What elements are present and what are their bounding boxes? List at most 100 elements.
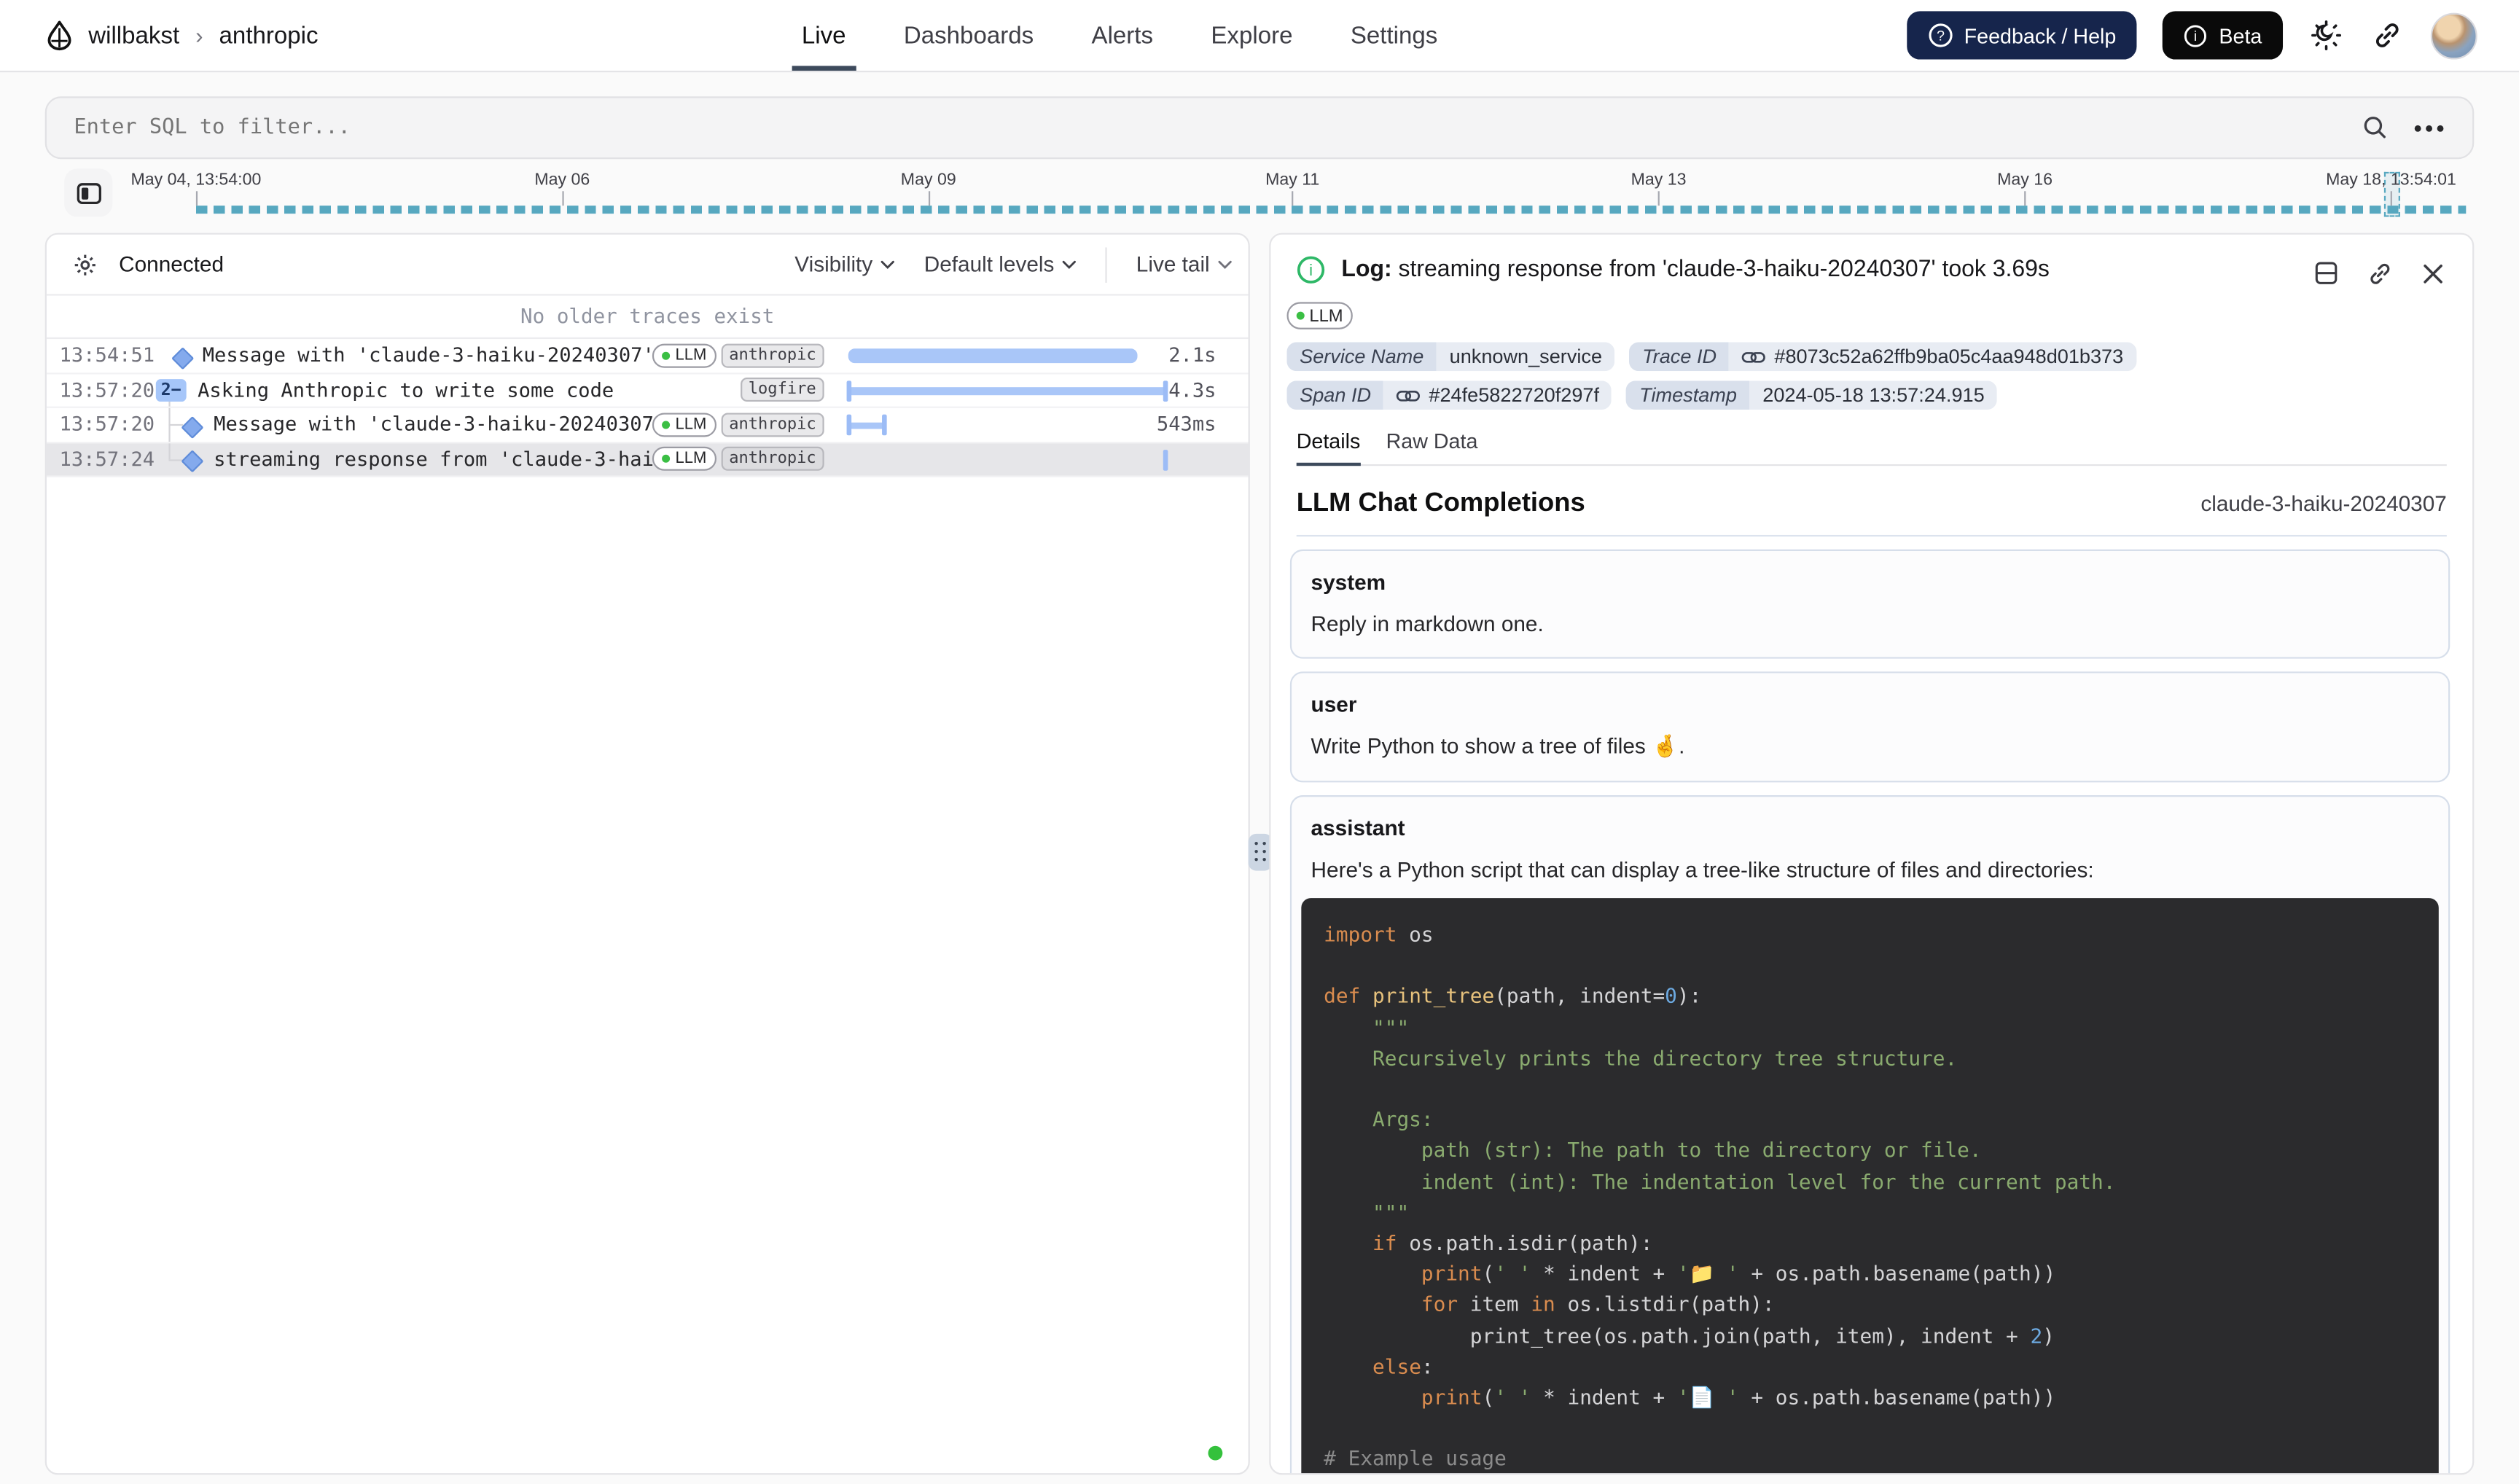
trace-time: 13:57:20 <box>60 378 155 401</box>
meta-value[interactable]: #8073c52a62ffb9ba05c4aa948d01b373 <box>1730 342 2136 371</box>
meta-label: Service Name <box>1286 342 1436 371</box>
timeline-dashed-line <box>196 206 2466 214</box>
chevron-down-icon <box>1218 259 1233 269</box>
detail-panel: i Log: streaming response from 'claude-3… <box>1269 233 2474 1475</box>
meta-badge-timestamp: Timestamp2024-05-18 13:57:24.915 <box>1627 380 1998 410</box>
gear-icon[interactable] <box>72 251 98 277</box>
llm-tag: LLM <box>1286 302 1352 329</box>
link-icon <box>1742 348 1766 365</box>
message-card-user: userWrite Python to show a tree of files… <box>1290 671 2450 782</box>
tab-explore[interactable]: Explore <box>1211 0 1292 71</box>
code-block: import os def print_tree(path, indent=0)… <box>1301 898 2439 1475</box>
detail-header: i Log: streaming response from 'claude-3… <box>1270 235 2472 329</box>
link-icon <box>1397 386 1421 404</box>
message-role: system <box>1311 570 2439 594</box>
copy-link-icon[interactable] <box>2362 255 2397 290</box>
more-options-icon[interactable] <box>2415 125 2444 131</box>
timeline-tick <box>2025 191 2026 206</box>
sql-filter-bar <box>45 96 2475 159</box>
svg-text:i: i <box>2194 28 2197 44</box>
trace-label[interactable]: Message with 'claude-3-haiku-20240307' <box>203 344 655 367</box>
meta-label: Trace ID <box>1630 342 1730 371</box>
tab-settings[interactable]: Settings <box>1351 0 1437 71</box>
message-role: user <box>1311 692 2439 716</box>
duration-bar-cap <box>1163 449 1168 470</box>
tab-details[interactable]: Details <box>1297 429 1361 464</box>
timeline-tick <box>2391 191 2392 206</box>
duration-bar <box>848 387 1165 394</box>
duration-bar-cap <box>847 380 852 401</box>
meta-badges: Service Nameunknown_service Trace ID#8073… <box>1270 329 2405 410</box>
panel-layout-icon[interactable] <box>2308 255 2343 290</box>
trace-tags: logfire <box>741 378 824 402</box>
visibility-dropdown[interactable]: Visibility <box>794 252 895 276</box>
tree-connector <box>168 401 170 407</box>
section-title: LLM Chat Completions <box>1297 488 1585 519</box>
sidebar-toggle-button[interactable] <box>64 168 112 216</box>
breadcrumb-project[interactable]: anthropic <box>219 22 319 49</box>
tab-live[interactable]: Live <box>802 0 846 71</box>
grip-dots-icon <box>1254 842 1267 863</box>
meta-badge-service-name: Service Nameunknown_service <box>1286 342 1614 371</box>
beta-button[interactable]: i Beta <box>2163 11 2283 59</box>
meta-value[interactable]: #24fe5822720f297f <box>1384 380 1612 410</box>
breadcrumb: willbakst › anthropic <box>44 0 319 71</box>
meta-label: Timestamp <box>1627 380 1750 410</box>
timeline-date-label: May 09 <box>901 171 956 190</box>
live-tail-dropdown[interactable]: Live tail <box>1136 252 1233 276</box>
trace-label[interactable]: streaming response from 'claude-3-haiku-… <box>214 448 692 470</box>
collapse-badge[interactable]: 2− <box>156 378 187 401</box>
duration-bar-track <box>848 408 1165 441</box>
trace-label[interactable]: Message with 'claude-3-haiku-20240307' <box>214 413 665 435</box>
detail-tabs: Details Raw Data <box>1297 429 2447 466</box>
llm-tag: LLM <box>653 412 716 436</box>
duration-bar-cap <box>881 415 886 436</box>
trace-row[interactable]: 13:57:202− Asking Anthropic to write some… <box>47 373 1249 407</box>
search-icon[interactable] <box>2356 110 2391 145</box>
timeline-track[interactable]: May 04, 13:54:00May 06May 09May 11May 13… <box>196 167 2429 228</box>
logfire-logo-icon[interactable] <box>44 19 76 51</box>
timeline-tick <box>1659 191 1660 206</box>
scope-tag: logfire <box>741 378 824 402</box>
section-header: LLM Chat Completions claude-3-haiku-2024… <box>1297 488 2447 536</box>
close-icon[interactable] <box>2415 255 2450 290</box>
trace-row[interactable]: 13:54:51Message with 'claude-3-haiku-202… <box>47 339 1249 373</box>
share-link-icon[interactable] <box>2370 17 2405 52</box>
trace-row[interactable]: 13:57:24streaming response from 'claude-… <box>47 442 1249 477</box>
tab-raw-data[interactable]: Raw Data <box>1386 429 1478 464</box>
question-circle-icon: ? <box>1927 23 1953 48</box>
meta-label: Span ID <box>1286 380 1383 410</box>
theme-toggle-icon[interactable] <box>2308 17 2343 52</box>
breadcrumb-separator: › <box>195 23 203 48</box>
timeline-tick <box>929 191 930 206</box>
tab-alerts[interactable]: Alerts <box>1092 0 1154 71</box>
trace-duration: 543ms <box>1157 413 1216 435</box>
sql-filter-input[interactable] <box>47 116 2356 140</box>
live-indicator-dot <box>1208 1445 1222 1460</box>
trace-row[interactable]: 13:57:20Message with 'claude-3-haiku-202… <box>47 408 1249 442</box>
tab-dashboards[interactable]: Dashboards <box>904 0 1034 71</box>
avatar[interactable] <box>2431 12 2477 59</box>
tree-connector <box>168 424 183 426</box>
trace-duration: 2.1s <box>1168 344 1216 367</box>
breadcrumb-org[interactable]: willbakst <box>88 22 179 49</box>
duration-bar-cap <box>847 415 852 436</box>
trace-rows: 13:54:51Message with 'claude-3-haiku-202… <box>47 339 1249 477</box>
trace-label[interactable]: Asking Anthropic to write some code <box>198 378 614 401</box>
info-circle-icon: i <box>2184 23 2208 47</box>
feedback-help-button[interactable]: ? Feedback / Help <box>1906 11 2137 59</box>
timeline-date-label: May 06 <box>534 171 590 190</box>
app-viewport: willbakst › anthropic Live Dashboards Aler… <box>0 0 2519 1484</box>
default-levels-dropdown[interactable]: Default levels <box>924 252 1077 276</box>
timeline-tick <box>562 191 563 206</box>
detail-title: Log: streaming response from 'claude-3-h… <box>1341 257 2049 283</box>
timeline-tick <box>1292 191 1294 206</box>
duration-bar-track <box>848 373 1165 406</box>
trace-panel-header: Connected Visibility Default levels Live… <box>47 235 1249 296</box>
llm-tag: LLM <box>653 343 716 367</box>
main-panels: Connected Visibility Default levels Live… <box>45 233 2475 1475</box>
message-card-system: system Reply in markdown one. <box>1290 550 2450 659</box>
chat-messages: system Reply in markdown one. userWrite Py… <box>1270 536 2472 1475</box>
top-bar: willbakst › anthropic Live Dashboards Aler… <box>0 0 2519 72</box>
message-text: Reply in markdown one. <box>1311 612 2439 636</box>
